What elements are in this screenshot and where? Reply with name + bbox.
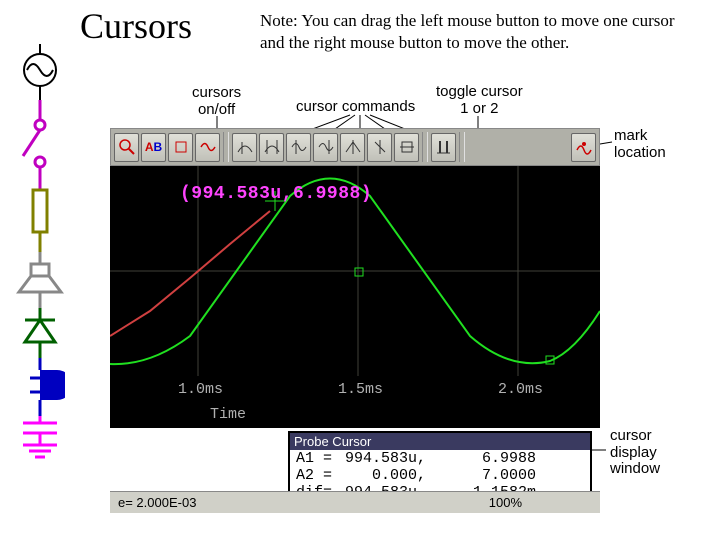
probe-cursor-a2: A2 =0.000,7.0000 (290, 467, 590, 484)
probe-cursor-a1: A1 =994.583u,6.9988 (290, 450, 590, 467)
x-axis-label: Time (210, 406, 246, 423)
cursor-readout: (994.583u,6.9988) (180, 184, 372, 204)
plot-area[interactable]: (994.583u,6.9988) 1.0ms 1.5ms 2.0ms Time (110, 166, 600, 428)
toolbar-cursor-cmd-3[interactable] (286, 133, 311, 162)
toolbar-zoom-icon[interactable] (114, 133, 139, 162)
toolbar-cursor-cmd-4[interactable] (313, 133, 338, 162)
toolbar-cursor-cmd-6[interactable] (367, 133, 392, 162)
toolbar-cursor-cmd-2[interactable] (259, 133, 284, 162)
status-left: e= 2.000E-03 (110, 495, 204, 510)
xtick-1: 1.0ms (178, 381, 223, 398)
toolbar-cursor-cmd-7[interactable] (394, 133, 419, 162)
xtick-3: 2.0ms (498, 381, 543, 398)
status-zoom: 100% (481, 495, 530, 510)
toolbar-cursor-toggle-icon[interactable] (195, 133, 220, 162)
probe-window: AB (110, 128, 600, 498)
xtick-2: 1.5ms (338, 381, 383, 398)
toolbar-cursor-cmd-1[interactable] (232, 133, 257, 162)
toolbar-mark-location[interactable] (571, 133, 596, 162)
status-bar: e= 2.000E-03 100% (110, 491, 600, 513)
toolbar-print-icon[interactable] (168, 133, 193, 162)
toolbar-cursors-onoff[interactable]: AB (141, 133, 166, 162)
probe-cursor-title: Probe Cursor (290, 433, 590, 450)
toolbar-toggle-12[interactable] (431, 133, 456, 162)
toolbar-cursor-cmd-5[interactable] (340, 133, 365, 162)
probe-toolbar: AB (110, 128, 600, 166)
